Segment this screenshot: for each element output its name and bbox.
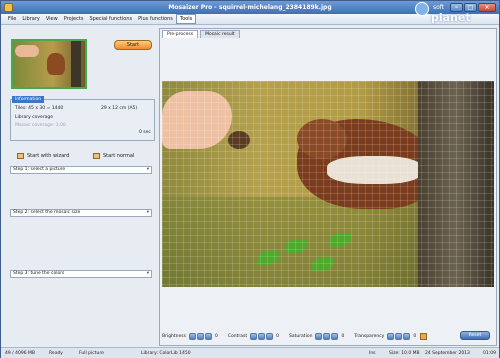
contrast-control: Contrast 0 — [227, 332, 279, 340]
start-with-wizard-option[interactable]: Start with wizard — [17, 153, 69, 159]
brightness-value: 0 — [214, 333, 218, 339]
menu-view[interactable]: View — [43, 14, 61, 25]
normal-icon — [93, 153, 100, 159]
mosaic-size: 29 x 12 cm (A5) — [101, 106, 138, 111]
transparency-label: Transparency — [354, 333, 385, 339]
adjustment-controls: Brightness 0 Contrast 0 Saturation 0 Tra… — [162, 331, 494, 341]
status-time: 01:09 — [483, 351, 496, 356]
step-2-dropdown[interactable]: Step 2: select the mosaic size ▾ — [10, 209, 152, 217]
status-library: Library: ColorLib 1450 — [141, 351, 191, 356]
contrast-decrease-button[interactable] — [250, 332, 258, 340]
step-3-label: Step 3: tune the colors — [13, 271, 65, 276]
status-memory: 49 / 4096 MB — [5, 351, 35, 356]
elapsed-time: 0 sec — [139, 130, 151, 135]
chevron-down-icon: ▾ — [146, 167, 149, 172]
window-title: Mosaizer Pro - squirrel-michelang_238418… — [168, 4, 332, 11]
step-2-label: Step 2: select the mosaic size — [13, 210, 81, 215]
transparency-increase-button[interactable] — [403, 332, 411, 340]
saturation-decrease-button[interactable] — [315, 332, 323, 340]
thumbnail-squirrel — [47, 53, 65, 75]
watermark-logo-icon — [415, 2, 429, 16]
saturation-value: 0 — [341, 333, 345, 339]
left-panel: Start Information Tiles: 45 x 30 = 1440 … — [7, 35, 155, 340]
contrast-value: 0 — [276, 333, 279, 339]
brightness-increase-button[interactable] — [204, 332, 212, 340]
mosaic-coverage-text: Mosaic coverage: 1.00 — [15, 123, 66, 128]
library-coverage-label: Library coverage — [15, 115, 54, 120]
status-date: 24 September 2013 — [425, 351, 470, 356]
menu-file[interactable]: File — [5, 14, 19, 25]
menu-library[interactable]: Library — [19, 14, 42, 25]
status-ins: Ins — [369, 351, 376, 356]
status-state: Ready — [49, 351, 63, 356]
transparency-reset-button[interactable] — [395, 332, 403, 340]
start-button[interactable]: Start — [114, 40, 152, 50]
watermark-brand-text: planet — [431, 11, 471, 24]
start-normal-option[interactable]: Start normal — [93, 153, 134, 159]
information-header: Information — [12, 96, 45, 103]
tiles-count: Tiles: 45 x 30 = 1440 — [15, 106, 64, 111]
contrast-reset-button[interactable] — [258, 332, 266, 340]
softplanet-watermark: soft planet — [415, 2, 479, 30]
saturation-reset-button[interactable] — [323, 332, 331, 340]
status-mode: Full picture — [79, 351, 104, 356]
information-panel: Information Tiles: 45 x 30 = 1440 29 x 1… — [10, 96, 155, 141]
thumbnail-hand — [15, 45, 39, 57]
app-window: Mosaizer Pro - squirrel-michelang_238418… — [0, 0, 500, 358]
transparency-decrease-button[interactable] — [387, 332, 395, 340]
preview-image[interactable] — [162, 81, 494, 287]
start-normal-label: Start normal — [103, 153, 135, 159]
transparency-value: 0 — [413, 333, 417, 339]
chevron-down-icon: ▾ — [146, 210, 149, 215]
menu-plus-functions[interactable]: Plus functions — [135, 14, 176, 25]
close-icon[interactable]: × — [478, 3, 496, 12]
status-bar: 49 / 4096 MB Ready Full picture Library:… — [1, 347, 499, 358]
menu-projects[interactable]: Projects — [61, 14, 87, 25]
contrast-increase-button[interactable] — [266, 332, 274, 340]
preview-tabs: Pre-process Mosaic result — [162, 30, 240, 38]
wizard-icon — [17, 153, 24, 159]
thumbnail-tree — [71, 41, 81, 87]
menu-special-functions[interactable]: Special functions — [86, 14, 135, 25]
color-swatch-icon[interactable] — [420, 332, 428, 340]
step-1-label: Step 1: select a picture — [13, 167, 66, 172]
tab-pre-process[interactable]: Pre-process — [162, 30, 199, 38]
saturation-label: Saturation — [288, 333, 313, 339]
contrast-label: Contrast — [227, 333, 248, 339]
brightness-decrease-button[interactable] — [188, 332, 196, 340]
step-1-dropdown[interactable]: Step 1: select a picture ▾ — [10, 166, 152, 174]
brightness-reset-button[interactable] — [196, 332, 204, 340]
app-icon — [4, 3, 13, 12]
picture-thumbnail[interactable] — [11, 39, 87, 89]
brightness-control: Brightness 0 — [162, 332, 218, 340]
chevron-down-icon: ▾ — [146, 271, 149, 276]
tab-mosaic-result[interactable]: Mosaic result — [200, 30, 240, 38]
preview-panel: Pre-process Mosaic result Brightness 0 C… — [159, 28, 497, 346]
mosaic-grid-overlay — [162, 81, 494, 287]
status-size: Size: 10.0 MB — [389, 351, 420, 356]
saturation-control: Saturation 0 — [288, 332, 345, 340]
start-with-wizard-label: Start with wizard — [27, 153, 70, 159]
brightness-label: Brightness — [162, 333, 186, 339]
reset-button[interactable]: Reset — [460, 331, 490, 340]
transparency-control: Transparency 0 — [354, 332, 428, 340]
step-3-dropdown[interactable]: Step 3: tune the colors ▾ — [10, 270, 152, 278]
menu-tools[interactable]: Tools — [175, 14, 197, 24]
watermark-small-text: soft — [433, 4, 445, 11]
saturation-increase-button[interactable] — [331, 332, 339, 340]
